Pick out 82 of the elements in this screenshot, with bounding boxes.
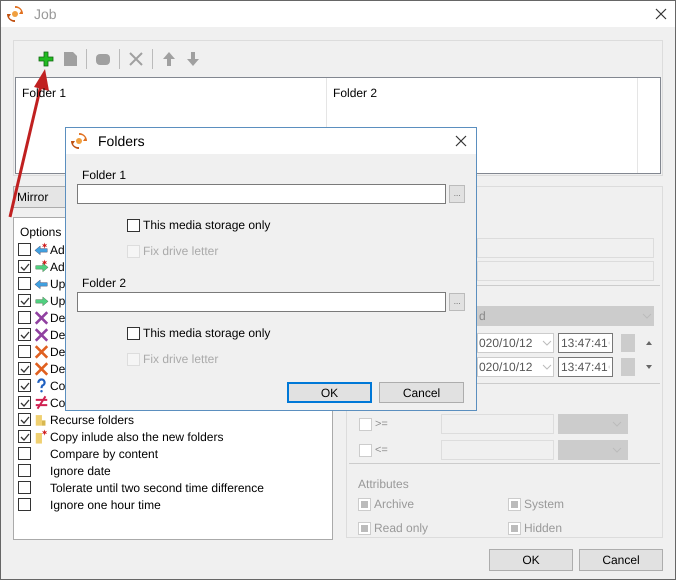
arrow-star-icon: [34, 259, 49, 274]
column-header: Folder 2: [333, 86, 378, 100]
option-label: Compare by content: [50, 446, 158, 462]
browse-button[interactable]: ...: [449, 293, 465, 311]
checkbox[interactable]: [127, 326, 140, 340]
browse-button[interactable]: ...: [449, 185, 465, 203]
checkbox-label: Fix drive letter: [143, 351, 218, 368]
checkbox[interactable]: [18, 362, 31, 375]
time-field[interactable]: 13:47:41: [558, 357, 613, 378]
option-label: De: [50, 310, 66, 326]
operator-label: <=: [375, 442, 389, 458]
checkbox[interactable]: [18, 396, 31, 409]
options-title: Options: [19, 224, 62, 241]
checkbox[interactable]: [18, 464, 31, 477]
folder-field[interactable]: [77, 292, 446, 312]
dialog-title: Folders: [98, 132, 146, 150]
option-label: Up: [50, 292, 66, 310]
attribute-label: Read only: [374, 520, 428, 537]
checkbox[interactable]: [18, 345, 31, 358]
cross-icon: [34, 310, 49, 325]
scroll-down-icon[interactable]: [645, 364, 653, 370]
attribute-label: System: [524, 496, 564, 513]
option-label: Ad: [50, 242, 65, 258]
time-field[interactable]: 13:47:41: [558, 333, 613, 354]
option-label: Co: [50, 394, 66, 412]
text-field[interactable]: [477, 238, 654, 258]
cross-icon: [34, 327, 49, 342]
option-label: De: [50, 326, 66, 344]
attribute-label: Hidden: [524, 520, 562, 537]
checkbox[interactable]: [18, 328, 31, 341]
option-label: Ignore one hour time: [50, 496, 161, 514]
option-label: De: [50, 360, 66, 378]
option-label: De: [50, 344, 66, 360]
logo-icon: [70, 132, 88, 150]
checkbox[interactable]: [18, 311, 31, 324]
option-label: Co: [50, 378, 66, 394]
logo-icon: [6, 5, 24, 23]
dialog-button[interactable]: OK: [489, 549, 573, 571]
checkbox[interactable]: [18, 430, 31, 443]
folder-label: Folder 2: [81, 275, 128, 290]
date-field[interactable]: 020/10/12: [477, 333, 554, 354]
add-icon[interactable]: [38, 51, 54, 67]
window-title: Job: [34, 4, 58, 24]
option-label: Recurse folders: [50, 412, 134, 428]
dialog-button[interactable]: OK: [287, 382, 372, 403]
checkbox[interactable]: [18, 277, 31, 290]
operator-label: >=: [375, 416, 389, 432]
option-label: Copy inlude also the new folders: [50, 428, 224, 446]
close-icon[interactable]: [655, 8, 667, 20]
cross-icon: [34, 344, 49, 359]
option-label: Ad: [50, 258, 65, 276]
checkbox[interactable]: [127, 218, 140, 232]
checkbox-label: Fix drive letter: [143, 243, 218, 260]
dialog-button[interactable]: Cancel: [379, 382, 464, 403]
checkbox[interactable]: [18, 294, 31, 307]
folder-star-icon: [34, 429, 49, 444]
scroll-up-icon[interactable]: [645, 340, 653, 346]
cross-icon: [34, 361, 49, 376]
chevron-down-icon: [542, 364, 552, 370]
checkbox[interactable]: [18, 498, 31, 511]
option-label: Tolerate until two second time difference: [50, 480, 264, 496]
checkbox[interactable]: [18, 413, 31, 426]
option-label: Ignore date: [50, 462, 111, 480]
text-field[interactable]: [477, 261, 654, 282]
checkbox[interactable]: [18, 260, 31, 273]
checkbox[interactable]: [18, 481, 31, 494]
close-icon[interactable]: [455, 135, 467, 147]
attributes-title: Attributes: [358, 476, 410, 493]
checkbox[interactable]: [18, 447, 31, 460]
checkbox[interactable]: [18, 379, 31, 392]
attribute-label: Archive: [374, 496, 414, 513]
dialog-button[interactable]: Cancel: [579, 549, 663, 571]
checkbox-label: This media storage only: [143, 217, 270, 234]
checkbox-label: This media storage only: [143, 325, 270, 342]
folder-label: Folder 1: [81, 167, 128, 182]
checkbox[interactable]: [18, 243, 31, 256]
not-equal-icon: [34, 395, 49, 410]
folder-field[interactable]: [77, 184, 446, 204]
option-label: Up: [50, 276, 66, 292]
arrow-star-icon: [34, 242, 49, 257]
date-field[interactable]: 020/10/12: [477, 357, 554, 378]
chevron-down-icon: [542, 340, 552, 346]
